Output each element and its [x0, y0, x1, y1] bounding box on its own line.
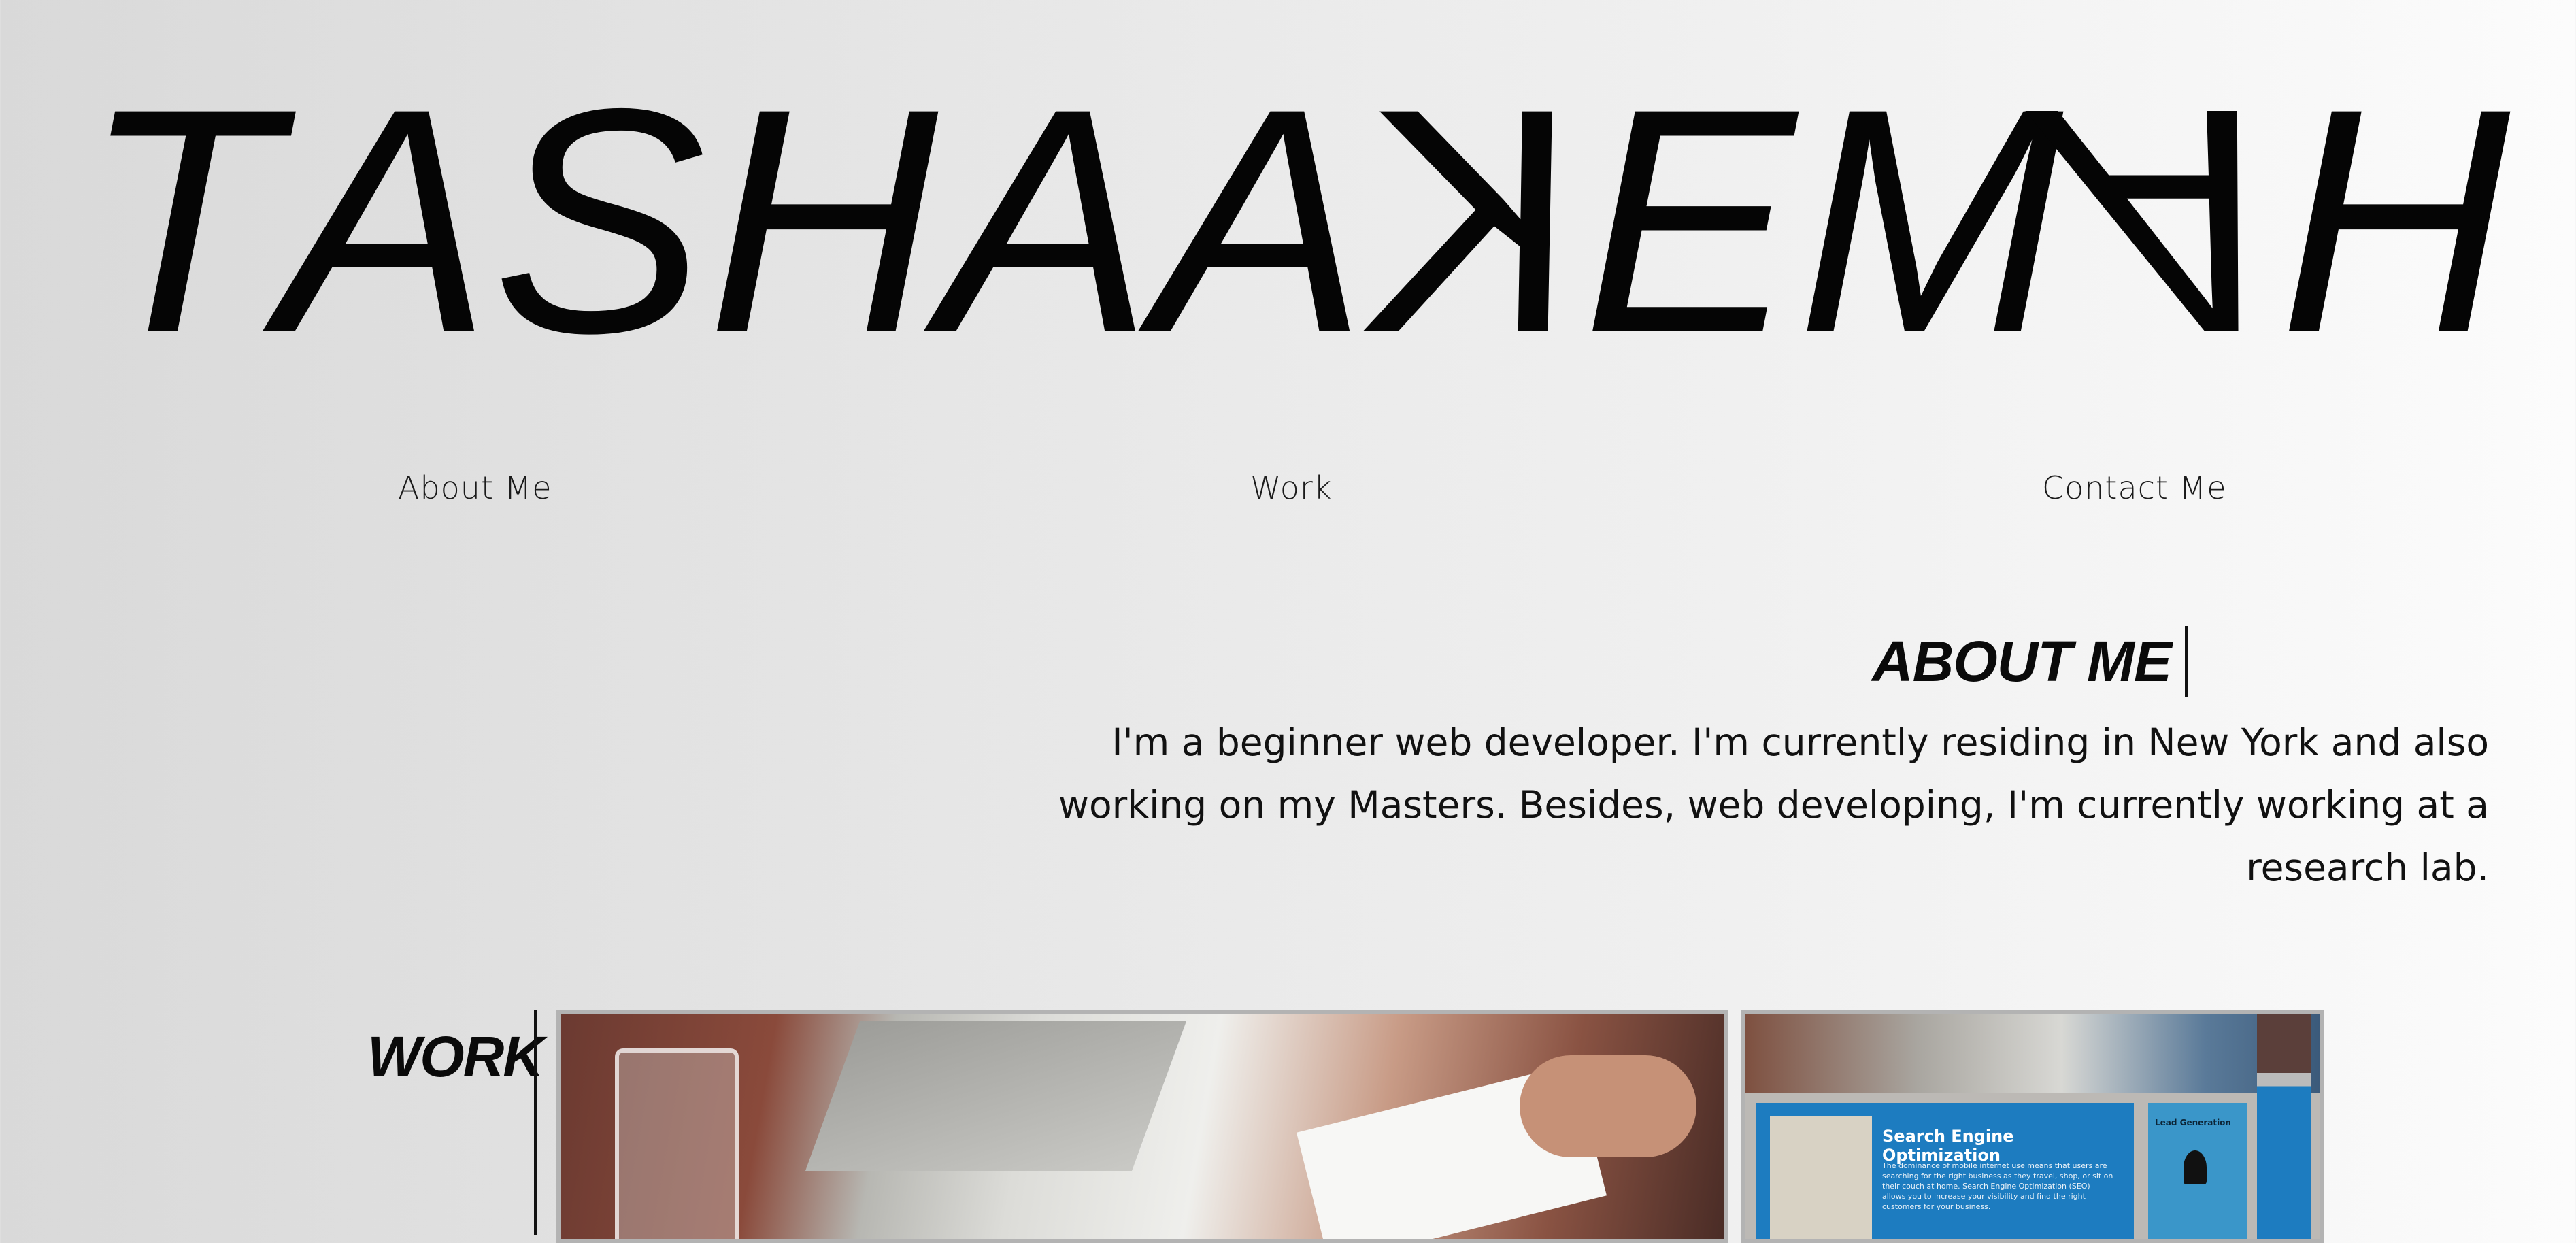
logo-letter: A — [2026, 43, 2316, 400]
nav-link-about[interactable]: About Me — [398, 469, 552, 506]
bulb-icon — [2184, 1150, 2207, 1184]
seo-heading: Search Engine Optimization — [1882, 1127, 2014, 1165]
site-logo[interactable]: T A S H A A K E M A H — [82, 42, 2510, 400]
logo-letter: H — [707, 42, 938, 399]
logo-letter: A — [1154, 42, 1367, 399]
logo-letter: S — [492, 42, 706, 399]
work-divider — [534, 1010, 537, 1235]
seo-body-text: The dominance of mobile internet use mea… — [1882, 1161, 2113, 1211]
seo-panel: Search Engine Optimization The dominance… — [1756, 1103, 2134, 1239]
logo-letter: H — [2279, 42, 2510, 399]
water-glass-image — [615, 1048, 739, 1239]
about-text: I'm a beginner web developer. I'm curren… — [1058, 720, 2489, 889]
seo-hero-image — [1745, 1014, 2320, 1093]
lead-generation-title: Lead Generation — [2155, 1118, 2231, 1127]
logo-letter: A — [278, 42, 492, 399]
logo-letter: M — [1796, 42, 2064, 399]
preview-strip — [2257, 1014, 2311, 1239]
nav-link-work[interactable]: Work — [1250, 469, 1332, 506]
lead-generation-panel: Lead Generation — [2148, 1103, 2247, 1239]
logo-letter: A — [939, 42, 1153, 399]
work-card-meeting[interactable] — [556, 1010, 1728, 1243]
about-heading: ABOUT ME — [1872, 626, 2188, 697]
seo-illustration — [1770, 1116, 1872, 1239]
nav-link-contact[interactable]: Contact Me — [2042, 469, 2227, 506]
logo-letter: E — [1582, 42, 1796, 399]
logo-letter: K — [1330, 42, 1620, 399]
laptop-image — [805, 1021, 1187, 1171]
hand-image — [1520, 1055, 1696, 1157]
logo-letter: T — [82, 42, 278, 399]
work-card-seo[interactable]: Search Engine Optimization The dominance… — [1741, 1010, 2324, 1243]
work-heading: WORK — [367, 1025, 544, 1089]
